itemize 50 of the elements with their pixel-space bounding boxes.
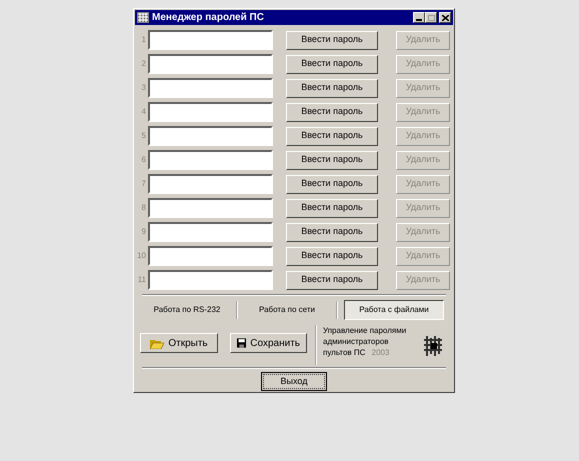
enter-password-button[interactable]: Ввести пароль bbox=[286, 198, 378, 218]
password-field[interactable] bbox=[148, 222, 273, 242]
enter-password-button[interactable]: Ввести пароль bbox=[286, 270, 378, 290]
tab[interactable]: Работа по RS-232 bbox=[138, 300, 236, 320]
maximize-button[interactable] bbox=[425, 12, 437, 23]
about-text: Управление паролями администраторов пультов ПС 2003 bbox=[323, 325, 408, 358]
save-button[interactable]: Сохранить bbox=[230, 333, 307, 353]
enter-password-button[interactable]: Ввести пароль bbox=[286, 78, 378, 98]
exit-button[interactable]: Выход bbox=[261, 372, 327, 391]
row-number: 7 bbox=[140, 178, 147, 190]
enter-password-button[interactable]: Ввести пароль bbox=[286, 54, 378, 74]
row-number: 6 bbox=[140, 154, 147, 166]
enter-password-button[interactable]: Ввести пароль bbox=[286, 222, 378, 242]
password-field[interactable] bbox=[148, 198, 273, 218]
password-field[interactable] bbox=[148, 270, 273, 290]
row-number: 4 bbox=[140, 106, 147, 118]
enter-password-button[interactable]: Ввести пароль bbox=[286, 150, 378, 170]
enter-password-button[interactable]: Ввести пароль bbox=[286, 30, 378, 50]
password-field[interactable] bbox=[148, 54, 273, 74]
maximize-icon bbox=[428, 14, 434, 20]
password-field[interactable] bbox=[148, 78, 273, 98]
close-icon bbox=[442, 14, 448, 20]
app-icon bbox=[137, 12, 149, 23]
folder-icon bbox=[150, 338, 164, 348]
password-field[interactable] bbox=[148, 102, 273, 122]
minimize-button[interactable] bbox=[413, 12, 425, 23]
password-field[interactable] bbox=[148, 126, 273, 146]
row-number: 10 bbox=[136, 250, 147, 262]
minimize-icon bbox=[416, 19, 422, 21]
tab[interactable]: Работа с файлами bbox=[344, 300, 444, 320]
row-number: 2 bbox=[140, 58, 147, 70]
enter-password-button[interactable]: Ввести пароль bbox=[286, 246, 378, 266]
row-number: 9 bbox=[140, 226, 147, 238]
password-field[interactable] bbox=[148, 30, 273, 50]
logo-icon bbox=[423, 335, 443, 357]
tab[interactable]: Работа по сети bbox=[238, 300, 336, 320]
row-number: 8 bbox=[140, 202, 147, 214]
password-field[interactable] bbox=[148, 150, 273, 170]
row-number: 5 bbox=[140, 130, 147, 142]
enter-password-button[interactable]: Ввести пароль bbox=[286, 126, 378, 146]
password-field[interactable] bbox=[148, 174, 273, 194]
row-number: 1 bbox=[140, 34, 147, 46]
enter-password-button[interactable]: Ввести пароль bbox=[286, 174, 378, 194]
open-button[interactable]: Открыть bbox=[140, 333, 218, 353]
row-number: 11 bbox=[136, 274, 147, 286]
window-title: Менеджер паролей ПС bbox=[152, 12, 264, 22]
password-field[interactable] bbox=[148, 246, 273, 266]
enter-password-button[interactable]: Ввести пароль bbox=[286, 102, 378, 122]
row-number: 3 bbox=[140, 82, 147, 94]
close-button[interactable] bbox=[439, 12, 451, 23]
